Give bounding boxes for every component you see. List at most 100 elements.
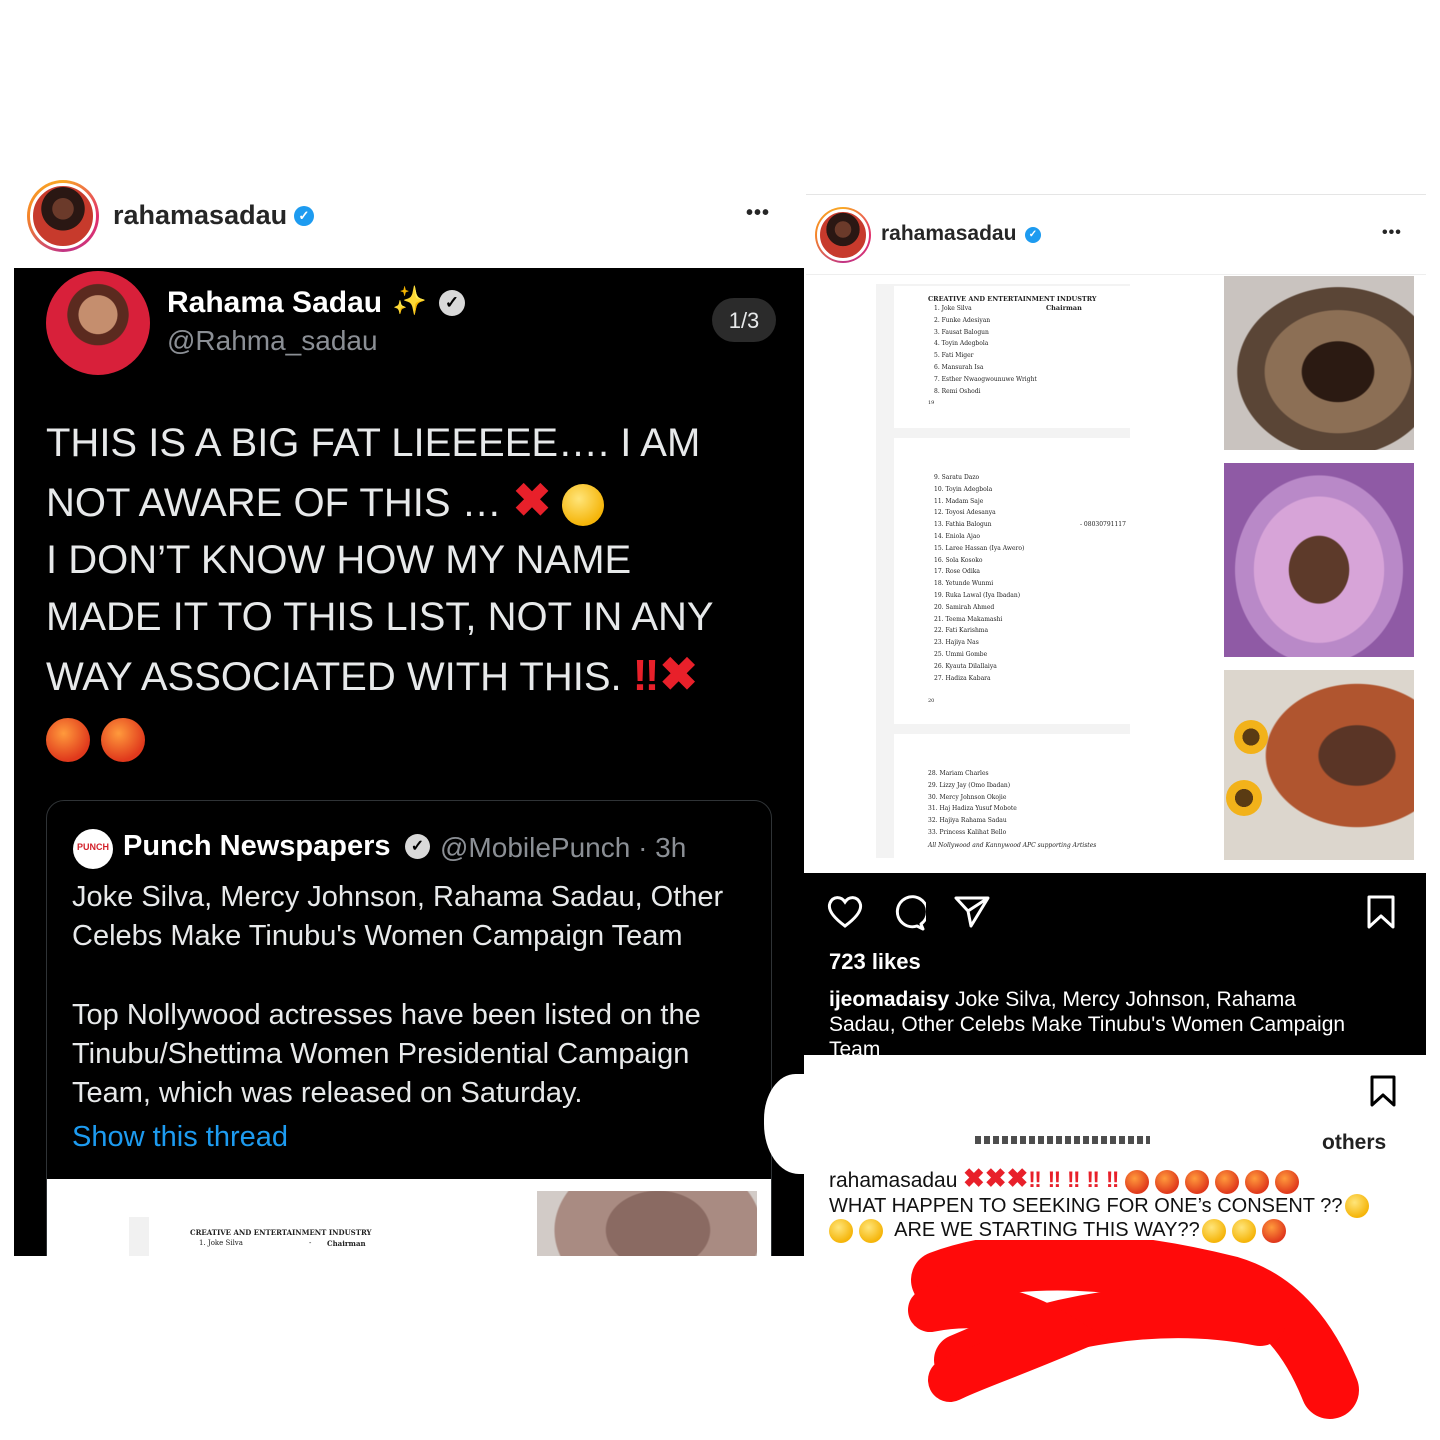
doc-list-item: 31. Haj Hadiza Yusuf Mobote xyxy=(928,805,1017,813)
angry-face-emoji xyxy=(46,718,90,763)
doc-dash: - xyxy=(309,1239,312,1247)
doc-list-item: 20. Samirah Ahmed xyxy=(934,603,995,611)
verified-icon: ✓ xyxy=(439,290,465,316)
doc-title: CREATIVE AND ENTERTAINMENT INDUSTRY xyxy=(190,1228,372,1237)
doc-list-item: 21. Teema Makamashi xyxy=(934,615,1003,623)
divider xyxy=(806,274,1426,275)
comment-user[interactable]: rahamasadau xyxy=(829,1169,957,1192)
angry-face-emoji xyxy=(101,718,146,763)
doc-list-item: 15. Laree Hassan (Iya Awero) xyxy=(934,544,1025,552)
others-label[interactable]: others xyxy=(1322,1131,1386,1155)
doc-list-item: 22. Fati Karishma xyxy=(934,627,989,635)
doc-list-item: 19. Ruka Lawal (Iya Ibadan) xyxy=(934,591,1021,599)
tweet-author-handle: @Rahma_sadau xyxy=(167,325,378,356)
comment-line: WHAT HAPPEN TO SEEKING FOR ONE’s CONSENT… xyxy=(829,1194,1343,1217)
doc-list-item: 32. Hajiya Rahama Sadau xyxy=(928,817,1007,825)
sparkle-icon: ✨ xyxy=(392,285,427,316)
sunflower xyxy=(1234,720,1268,754)
doc-list-item: 25. Ummi Gombe xyxy=(934,650,988,658)
post-media-photo[interactable] xyxy=(1224,463,1414,657)
angry-face-emoji xyxy=(1244,1169,1269,1194)
cross-mark-icon: ✖ xyxy=(512,474,552,526)
quoted-tweet[interactable]: PUNCH Punch Newspapers ✓ @MobilePunch · … xyxy=(46,800,772,1256)
post-media-document[interactable]: CREATIVE AND ENTERTAINMENT INDUSTRY Chai… xyxy=(876,284,1130,858)
doc-list-item: 8. Remi Oshodi xyxy=(934,387,981,395)
cross-mark-icon: ✖✖✖ xyxy=(962,1163,1029,1193)
caption-user[interactable]: ijeomadaisy xyxy=(829,988,949,1011)
show-thread-link[interactable]: Show this thread xyxy=(72,1121,288,1154)
more-options-icon[interactable]: ••• xyxy=(746,202,770,225)
doc-list-item: 28. Mariam Charles xyxy=(928,770,989,777)
tweet-line: I DON’T KNOW HOW MY NAME xyxy=(46,538,632,582)
quoted-summary: Top Nollywood actresses have been listed… xyxy=(72,999,701,1109)
bookmark-icon[interactable] xyxy=(1366,895,1396,929)
tweet-line: MADE IT TO THIS LIST, NOT IN ANY xyxy=(46,595,714,639)
doc-page: CREATIVE AND ENTERTAINMENT INDUSTRY Chai… xyxy=(894,286,1130,428)
comment: rahamasadau ✖✖✖‼ ‼ ‼ ‼ ‼ WHAT HAPPEN TO … xyxy=(829,1163,1409,1244)
doc-list-item: 3. Fausat Balogun xyxy=(934,328,989,336)
doc-list-item: 5. Fati Miger xyxy=(934,352,974,360)
angry-face-emoji xyxy=(1274,1169,1299,1194)
tweet-avatar xyxy=(46,271,150,375)
quoted-author-name: Punch Newspapers xyxy=(123,830,391,862)
caption: ijeomadaisy Joke Silva, Mercy Johnson, R… xyxy=(829,988,1346,1055)
angry-face-emoji xyxy=(1184,1169,1209,1194)
comment-icon[interactable] xyxy=(890,895,926,931)
post-media-photo[interactable] xyxy=(1224,276,1414,450)
doc-list-item: 17. Rose Odika xyxy=(934,568,981,576)
angry-face-emoji xyxy=(1214,1169,1239,1194)
tweet-line: WAY ASSOCIATED WITH THIS. xyxy=(46,655,622,699)
quoted-handle: @MobilePunch · 3h xyxy=(440,832,687,863)
doc-page: 28. Mariam Charles 29. Lizzy Jay (Omo Iba… xyxy=(894,734,1130,858)
double-exclamation-icon: ‼ xyxy=(632,651,660,700)
tweet-line: NOT AWARE OF THIS … xyxy=(46,481,502,525)
quoted-headline: Joke Silva, Mercy Johnson, Rahama Sadau,… xyxy=(72,881,724,952)
doc-row: 1. Joke Silva xyxy=(199,1239,243,1247)
doc-list-item: 13. Fathia Balogun xyxy=(934,521,992,529)
doc-page: 9. Saratu Dazo 10. Toyin Adegbola 11. Mada… xyxy=(894,438,1130,724)
doc-list-item: 33. Princess Kalihat Bello xyxy=(928,828,1007,836)
tweet-line: THIS IS A BIG FAT LIEEEEE…. I AM xyxy=(46,421,701,465)
doc-list-item: 7. Esther Nwaogwounuwe Wright xyxy=(934,375,1037,383)
page-number: 20 xyxy=(928,698,935,704)
doc-list-item: 9. Saratu Dazo xyxy=(934,474,980,481)
doc-footer: All Nollywood and Kannywood APC supporti… xyxy=(928,842,1097,849)
quoted-media-photo xyxy=(537,1191,757,1256)
bookmark-icon[interactable] xyxy=(1369,1075,1397,1107)
doc-list-item: 12. Toyosi Adesanya xyxy=(934,509,996,517)
avatar[interactable] xyxy=(27,180,99,252)
username[interactable]: rahamasadau xyxy=(881,222,1016,246)
doc-list-item: 27. Hadiza Kabara xyxy=(934,674,991,682)
white-blob xyxy=(764,1074,834,1174)
heart-icon[interactable] xyxy=(826,895,864,929)
doc-role: Chairman xyxy=(327,1239,366,1248)
cross-mark-icon: ✖ xyxy=(659,648,698,700)
quoted-media-document[interactable]: CREATIVE AND ENTERTAINMENT INDUSTRY 1. J… xyxy=(47,1179,771,1256)
username[interactable]: rahamasadau xyxy=(113,200,287,231)
post-media-photo[interactable] xyxy=(1224,670,1414,860)
doc-list-item: 10. Toyin Adegbola xyxy=(934,485,993,493)
thread-counter-label: 1/3 xyxy=(728,308,760,333)
doc-list-item: 11. Madam Saje xyxy=(934,497,984,505)
avatar[interactable] xyxy=(815,207,871,263)
doc-list-item: 18. Yetunde Wunmi xyxy=(934,580,994,588)
tweet-author-name: Rahama Sadau xyxy=(167,286,383,319)
punch-logo-text: PUNCH xyxy=(76,842,109,852)
doc-list-item: 30. Mercy Johnson Okojie xyxy=(928,793,1007,801)
doc-list-item: 2. Funke Adesiyan xyxy=(934,316,991,324)
angry-face-emoji xyxy=(1124,1169,1149,1194)
eye-roll-emoji xyxy=(829,1219,853,1244)
steam-face-emoji xyxy=(562,484,605,527)
share-icon[interactable] xyxy=(954,895,990,929)
post-footer: 723 likes ijeomadaisy Joke Silva, Mercy … xyxy=(804,873,1426,1055)
tweet-body: THIS IS A BIG FAT LIEEEEE…. I AM NOT AWA… xyxy=(46,415,786,767)
more-options-icon[interactable]: ••• xyxy=(1382,224,1402,242)
doc-list-item: 1. Joke Silva xyxy=(934,305,972,312)
sunflower xyxy=(1226,780,1262,816)
doc-list-item: 16. Sola Kosoko xyxy=(934,556,983,564)
divider xyxy=(806,194,1426,195)
likes-count[interactable]: 723 likes xyxy=(829,949,921,975)
doc-list-item: 29. Lizzy Jay (Omo Ibadan) xyxy=(928,781,1011,789)
doc-list-item: 23. Hajiya Nas xyxy=(934,639,979,647)
page-number: 19 xyxy=(928,400,935,406)
